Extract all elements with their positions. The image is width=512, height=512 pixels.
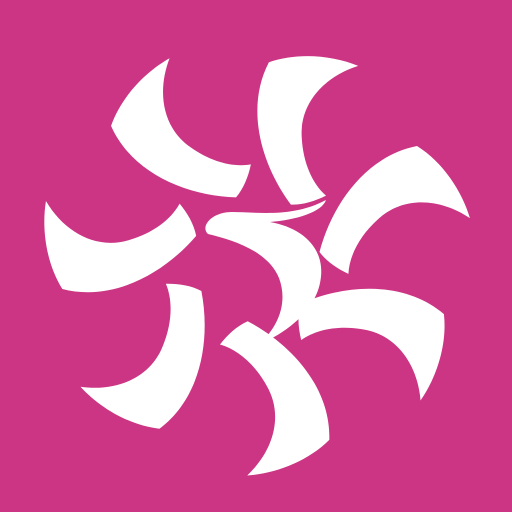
app-icon — [0, 0, 512, 512]
swirl-flower-logo-icon — [0, 0, 512, 512]
